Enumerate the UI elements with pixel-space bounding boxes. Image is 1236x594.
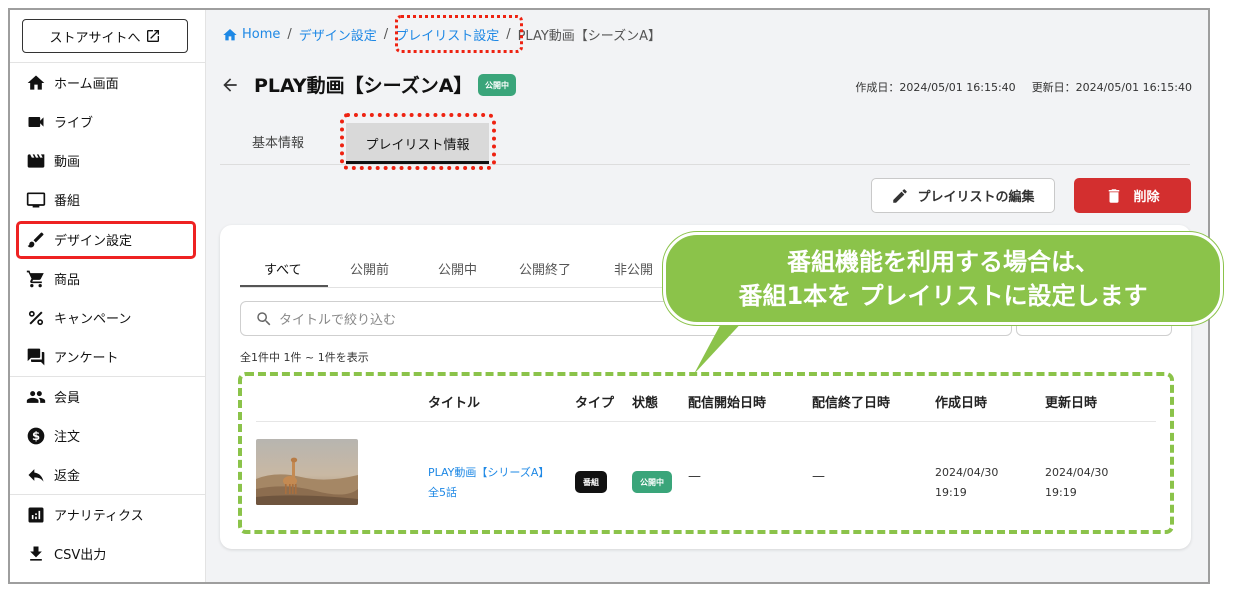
percent-icon [26, 308, 48, 328]
sidebar-item-label: アナリティクス [54, 509, 144, 524]
sidebar-item-campaign[interactable]: キャンペーン [10, 298, 206, 337]
tab-highlight-frame [340, 113, 496, 170]
sidebar-item-products[interactable]: 商品 [10, 259, 206, 298]
analytics-icon [26, 505, 48, 525]
sidebar-item-live[interactable]: ライブ [10, 102, 206, 141]
edit-playlist-button[interactable]: プレイリストの編集 [871, 178, 1055, 213]
annotation-callout: 番組機能を利用する場合は、 番組1本を プレイリストに設定します [663, 232, 1223, 325]
svg-text:$: $ [32, 429, 40, 443]
page-title: PLAY動画【シーズンA】 [254, 75, 473, 97]
breadcrumb-home-link[interactable]: Home [242, 27, 280, 42]
dollar-icon: $ [26, 426, 48, 446]
sidebar-item-label: 会員 [54, 391, 81, 406]
table-highlight-frame [238, 372, 1174, 534]
cart-icon [26, 269, 48, 289]
delete-label: 削除 [1133, 190, 1160, 205]
sidebar-item-label: 返金 [54, 469, 81, 484]
sidebar-item-label: 注文 [54, 430, 81, 445]
videocam-icon [26, 112, 48, 132]
store-site-button-label: ストアサイトへ [49, 30, 141, 46]
breadcrumb-current: PLAY動画【シーズンA】 [517, 29, 662, 44]
sidebar-item-csv[interactable]: CSV出力 [10, 534, 206, 573]
filter-tab-public[interactable]: 公開中 [438, 259, 477, 278]
home-icon [223, 28, 237, 40]
sidebar-item-label: キャンペーン [54, 312, 132, 327]
callout-pointer [694, 318, 746, 374]
result-count: 全1件中 1件 ~ 1件を表示 [240, 351, 369, 364]
forum-icon [26, 347, 48, 367]
filter-tab-ended[interactable]: 公開終了 [519, 259, 571, 278]
page-dates: 作成日：2024/05/01 16:15:40 更新日：2024/05/01 16… [855, 79, 1192, 95]
filter-tab-all[interactable]: すべて [264, 259, 302, 278]
breadcrumb-separator: / [383, 27, 389, 42]
sidebar-item-orders[interactable]: $ 注文 [10, 416, 206, 455]
sidebar-item-video[interactable]: 動画 [10, 141, 206, 180]
sidebar-item-program[interactable]: 番組 [10, 180, 206, 219]
tab-basic-info[interactable]: 基本情報 [252, 132, 304, 151]
sidebar-item-home[interactable]: ホーム画面 [10, 63, 206, 102]
sidebar-item-label: ホーム画面 [54, 77, 119, 92]
people-icon [26, 387, 48, 407]
sidebar-item-refund[interactable]: 返金 [10, 455, 206, 494]
callout-text: 番組機能を利用する場合は、 番組1本を プレイリストに設定します [738, 247, 1148, 310]
edit-playlist-label: プレイリストの編集 [917, 190, 1035, 205]
delete-button[interactable]: 削除 [1074, 178, 1191, 213]
tv-icon [26, 190, 48, 210]
sidebar-item-members[interactable]: 会員 [10, 377, 206, 416]
sidebar-item-label: 商品 [54, 273, 81, 288]
store-site-button[interactable]: ストアサイトへ [22, 19, 188, 53]
breadcrumb-highlight-frame [395, 15, 523, 53]
movie-icon [26, 151, 48, 171]
sidebar-item-label: ライブ [54, 116, 94, 131]
search-placeholder: タイトルで絞り込む [279, 313, 397, 328]
sidebar-item-survey[interactable]: アンケート [10, 337, 206, 376]
sidebar: ストアサイトへ ホーム画面 ライブ 動画 番組 デザイン設定 商品 キャンペーン… [10, 10, 206, 582]
sidebar-item-label: 動画 [54, 155, 81, 170]
sidebar-item-analytics[interactable]: アナリティクス [10, 495, 206, 534]
filter-tab-before[interactable]: 公開前 [350, 259, 389, 278]
breadcrumb-separator: / [287, 27, 292, 42]
status-badge: 公開中 [478, 74, 516, 96]
download-icon [26, 544, 48, 564]
filter-tab-private[interactable]: 非公開 [614, 259, 653, 278]
sidebar-item-label: 番組 [54, 194, 81, 209]
updated-date: 更新日：2024/05/01 16:15:40 [1031, 81, 1192, 94]
sidebar-item-label: アンケート [54, 351, 119, 366]
design-highlight-frame [16, 221, 196, 259]
back-arrow-icon[interactable] [220, 75, 240, 95]
created-date: 作成日：2024/05/01 16:15:40 [855, 81, 1016, 94]
reply-icon [26, 465, 48, 485]
sidebar-item-label: CSV出力 [54, 548, 107, 563]
search-icon [257, 311, 271, 325]
trash-icon [1109, 188, 1120, 203]
pencil-icon [893, 188, 908, 203]
breadcrumb-design-link[interactable]: デザイン設定 [299, 25, 377, 44]
open-in-new-icon [146, 30, 159, 42]
home-icon [26, 73, 48, 93]
